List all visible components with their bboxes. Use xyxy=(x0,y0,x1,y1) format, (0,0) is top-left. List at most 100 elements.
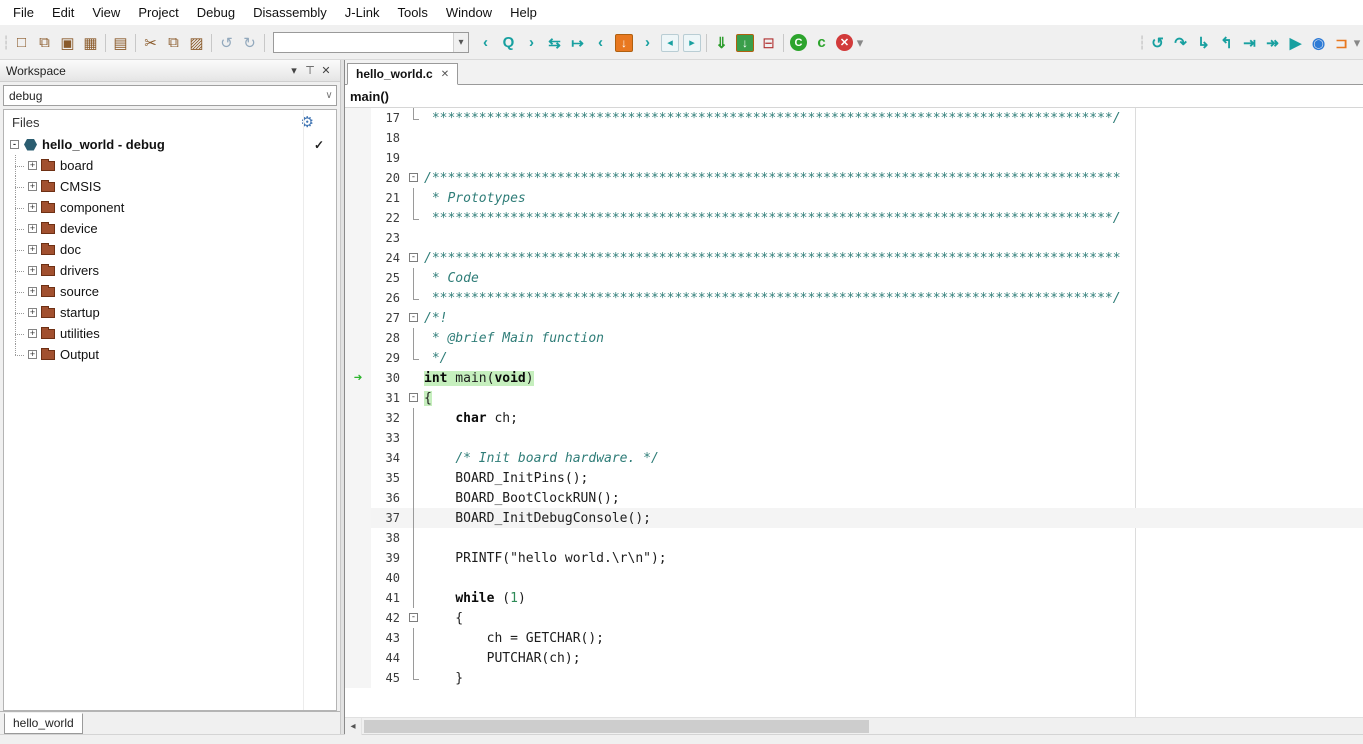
combo-caret-icon[interactable]: ▾ xyxy=(453,33,468,52)
download-icon[interactable]: ⇓ xyxy=(710,31,733,55)
breakpoint-gutter[interactable] xyxy=(345,568,371,588)
breakpoint-gutter[interactable] xyxy=(345,408,371,428)
fold-collapse-icon[interactable]: - xyxy=(409,173,418,182)
breakpoint-gutter[interactable] xyxy=(345,108,371,128)
breakpoint-gutter[interactable] xyxy=(345,148,371,168)
breakpoint-gutter[interactable] xyxy=(345,588,371,608)
new-document-icon[interactable]: □ xyxy=(10,31,33,55)
tree-item-doc[interactable]: + doc xyxy=(4,239,336,260)
breakpoint-gutter[interactable] xyxy=(345,348,371,368)
nav-forward-icon[interactable]: › xyxy=(520,31,543,55)
breakpoint-gutter[interactable] xyxy=(345,288,371,308)
breakpoint-gutter[interactable] xyxy=(345,228,371,248)
panel-close-icon[interactable]: ✕ xyxy=(318,64,334,77)
toolbar-separator[interactable] xyxy=(132,32,139,54)
tree-item-utilities[interactable]: + utilities xyxy=(4,323,336,344)
copy-icon[interactable]: ⧉ xyxy=(162,31,185,55)
tree-item-board[interactable]: + board xyxy=(4,155,336,176)
stop-debug-session-icon[interactable]: ✕ xyxy=(836,34,853,51)
expand-icon[interactable]: + xyxy=(28,350,37,359)
editor-tab-hello-world-c[interactable]: hello_world.c ✕ xyxy=(347,63,458,85)
expand-icon[interactable]: + xyxy=(28,224,37,233)
paste-icon[interactable]: ▨ xyxy=(185,31,208,55)
search-combobox[interactable]: ▾ xyxy=(273,32,469,53)
breakpoint-gutter[interactable] xyxy=(345,268,371,288)
step-out-icon[interactable]: ↰ xyxy=(1215,31,1238,55)
fold-gutter[interactable]: - xyxy=(407,608,421,628)
tree-item-drivers[interactable]: + drivers xyxy=(4,260,336,281)
toggle-source-icon[interactable]: ⇆ xyxy=(543,31,566,55)
print-icon[interactable]: ▤ xyxy=(109,31,132,55)
menu-item-file[interactable]: File xyxy=(4,1,43,24)
expand-icon[interactable]: + xyxy=(28,182,37,191)
next-bookmark-icon[interactable]: ▸ xyxy=(683,34,701,52)
breakpoint-gutter[interactable] xyxy=(345,508,371,528)
redo-icon[interactable]: ↻ xyxy=(238,31,261,55)
toolbar-separator[interactable] xyxy=(703,32,710,54)
fold-gutter[interactable]: - xyxy=(407,308,421,328)
fold-collapse-icon[interactable]: - xyxy=(409,393,418,402)
expand-icon[interactable]: + xyxy=(28,266,37,275)
toolbar-separator[interactable] xyxy=(780,32,787,54)
download-and-debug-icon[interactable]: C xyxy=(790,34,807,51)
break-icon[interactable]: ◉ xyxy=(1307,31,1330,55)
menu-item-debug[interactable]: Debug xyxy=(188,1,244,24)
next-result-icon[interactable]: › xyxy=(636,31,659,55)
erase-memory-icon[interactable]: ⊟ xyxy=(757,31,780,55)
menu-item-view[interactable]: View xyxy=(83,1,129,24)
expand-icon[interactable]: + xyxy=(28,161,37,170)
panel-menu-icon[interactable]: ▾ xyxy=(286,64,302,77)
combo-caret-icon[interactable]: ▾ xyxy=(856,31,864,55)
breakpoint-gutter[interactable] xyxy=(345,328,371,348)
breakpoint-gutter[interactable] xyxy=(345,628,371,648)
expand-icon[interactable]: + xyxy=(28,308,37,317)
configuration-dropdown[interactable]: debug ∨ xyxy=(3,85,337,106)
fold-collapse-icon[interactable]: - xyxy=(409,613,418,622)
collapse-icon[interactable]: - xyxy=(10,140,19,149)
chevron-down-icon[interactable]: ∨ xyxy=(322,90,336,101)
dropdown-caret-icon[interactable]: ▾ xyxy=(1353,31,1361,55)
breakpoint-gutter[interactable] xyxy=(345,648,371,668)
breakpoint-gutter[interactable] xyxy=(345,308,371,328)
breakpoint-gutter[interactable] xyxy=(345,548,371,568)
fold-collapse-icon[interactable]: - xyxy=(409,313,418,322)
toolbar-grip[interactable]: ┆ xyxy=(1138,31,1146,55)
close-icon[interactable]: ✕ xyxy=(441,69,449,80)
menu-item-project[interactable]: Project xyxy=(129,1,187,24)
toolbar-separator[interactable] xyxy=(102,32,109,54)
tree-item-project[interactable]: - hello_world - debug ✓ xyxy=(4,134,336,155)
scrollbar-thumb[interactable] xyxy=(364,720,869,733)
fold-gutter[interactable]: - xyxy=(407,168,421,188)
menu-item-tools[interactable]: Tools xyxy=(388,1,436,24)
menu-item-jlink[interactable]: J-Link xyxy=(336,1,389,24)
tree-item-output[interactable]: + Output xyxy=(4,344,336,365)
expand-icon[interactable]: + xyxy=(28,245,37,254)
breakpoint-gutter[interactable] xyxy=(345,128,371,148)
breakpoint-gutter[interactable] xyxy=(345,168,371,188)
tree-item-device[interactable]: + device xyxy=(4,218,336,239)
save-all-icon[interactable]: ▦ xyxy=(79,31,102,55)
breakpoint-gutter[interactable] xyxy=(345,668,371,688)
tree-item-component[interactable]: + component xyxy=(4,197,336,218)
fold-gutter[interactable]: - xyxy=(407,248,421,268)
expand-icon[interactable]: + xyxy=(28,329,37,338)
prev-result-icon[interactable]: ‹ xyxy=(589,31,612,55)
pin-icon[interactable]: ⊤ xyxy=(302,64,318,77)
breakpoint-gutter[interactable] xyxy=(345,248,371,268)
tree-item-source[interactable]: + source xyxy=(4,281,336,302)
breakpoint-gutter[interactable] xyxy=(345,608,371,628)
menu-item-help[interactable]: Help xyxy=(501,1,546,24)
code-editor[interactable]: 17 *************************************… xyxy=(345,108,1363,717)
toolbar-separator[interactable] xyxy=(208,32,215,54)
step-into-icon[interactable]: ↳ xyxy=(1192,31,1215,55)
expand-icon[interactable]: + xyxy=(28,287,37,296)
breakpoint-gutter[interactable] xyxy=(345,488,371,508)
debug-without-download-icon[interactable]: c xyxy=(810,31,833,55)
open-document-icon[interactable]: ⧉ xyxy=(33,31,56,55)
fold-gutter[interactable]: - xyxy=(407,388,421,408)
expand-icon[interactable]: + xyxy=(28,203,37,212)
go-icon[interactable]: ▶ xyxy=(1284,31,1307,55)
step-over-icon[interactable]: ↷ xyxy=(1169,31,1192,55)
stop-debugging-icon[interactable]: ⊐ xyxy=(1330,31,1353,55)
breakpoint-gutter[interactable] xyxy=(345,188,371,208)
